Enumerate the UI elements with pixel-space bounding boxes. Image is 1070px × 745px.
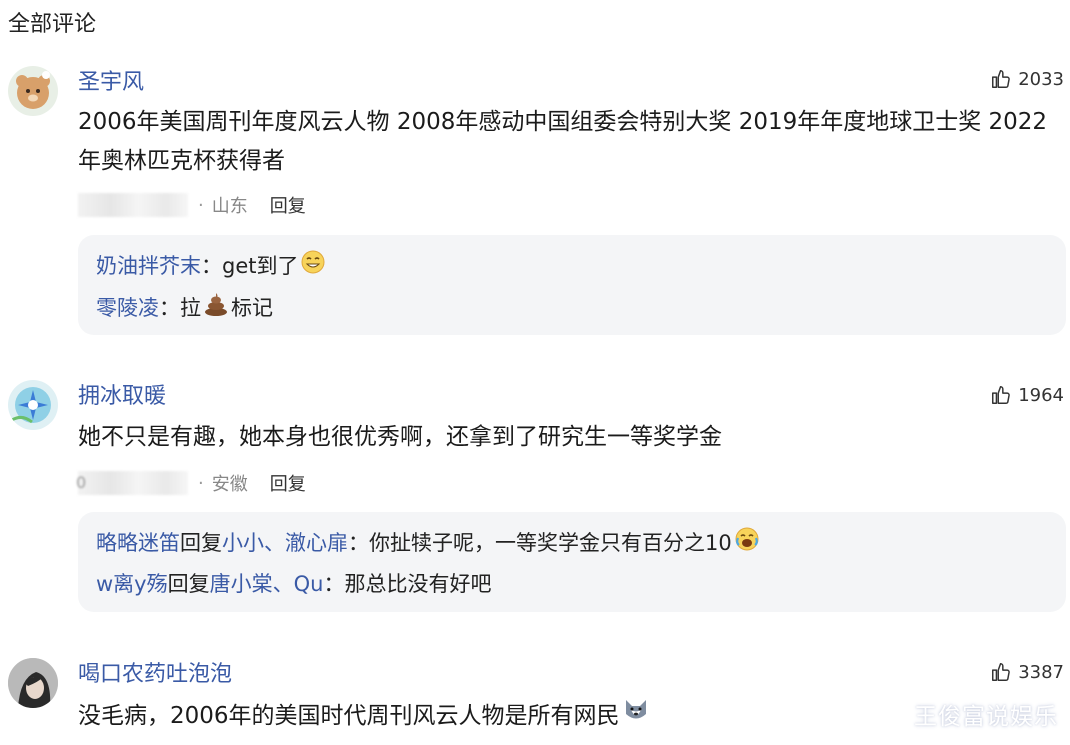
- comment-meta: · 山东 回复: [78, 192, 306, 218]
- reply-item: 零陵凌 ： 拉 标记: [96, 291, 273, 322]
- reply-separator: ：: [201, 253, 222, 278]
- comment-text: 2006年美国周刊年度风云人物 2008年感动中国组委会特别大奖 2019年年度…: [78, 109, 1048, 174]
- comment-text: 没毛病，2006年的美国时代周刊风云人物是所有网民: [78, 696, 1056, 737]
- reply-button[interactable]: 回复: [270, 192, 306, 218]
- husky-emoji-icon: [622, 696, 650, 737]
- reply-target[interactable]: 小小、澈心扉: [222, 527, 348, 557]
- reply-author[interactable]: 略略迷笛: [96, 527, 180, 557]
- avatar[interactable]: [8, 658, 58, 708]
- location: 安徽: [211, 474, 248, 495]
- like-count: 1964: [1018, 384, 1064, 406]
- comment-meta: 0 · 安徽 回复: [76, 470, 306, 496]
- reply-button[interactable]: 回复: [270, 470, 306, 496]
- like-button[interactable]: 1964: [990, 384, 1064, 406]
- separator-dot: ·: [198, 472, 204, 494]
- reply-item: 奶油拌芥末 ： get到了: [96, 249, 326, 280]
- location: 山东: [211, 196, 248, 217]
- username[interactable]: 圣宇风: [78, 64, 144, 96]
- avatar[interactable]: [8, 66, 58, 116]
- reply-item: 略略迷笛 回复 小小、澈心扉 ： 你扯犊子呢，一等奖学金只有百分之10: [96, 526, 760, 557]
- reply-text: 那总比没有好吧: [344, 572, 492, 596]
- reply-item: w离y殇 回复 唐小棠、Qu ： 那总比没有好吧: [96, 568, 491, 598]
- smile-emoji-icon: [300, 249, 326, 280]
- watermark: 王俊富说娱乐: [914, 704, 1058, 730]
- reply-target[interactable]: 唐小棠、Qu: [210, 568, 324, 598]
- blurred-timestamp: [78, 193, 188, 217]
- separator-dot: ·: [198, 194, 204, 216]
- reply-text: 拉: [180, 295, 201, 320]
- reply-text: get到了: [222, 253, 299, 278]
- like-count: 3387: [1018, 661, 1064, 683]
- reply-box: 奶油拌芥末 ： get到了 零陵凌 ： 拉 标记: [78, 235, 1066, 335]
- cry-laugh-emoji-icon: [734, 526, 760, 557]
- reply-verb: 回复: [180, 530, 222, 555]
- username[interactable]: 喝口农药吐泡泡: [78, 656, 232, 688]
- username[interactable]: 拥冰取暖: [78, 378, 166, 410]
- like-button[interactable]: 3387: [990, 661, 1064, 683]
- timestamp-prefix: 0: [76, 473, 87, 492]
- reply-author[interactable]: w离y殇: [96, 568, 168, 598]
- reply-separator: ：: [159, 295, 180, 320]
- reply-separator: ：: [323, 572, 345, 596]
- page-title: 全部评论: [8, 12, 97, 37]
- thumbs-up-icon: [992, 386, 1010, 404]
- thumbs-up-icon: [992, 70, 1010, 88]
- reply-text: 你扯犊子呢，一等奖学金只有百分之10: [369, 530, 732, 555]
- poop-emoji-icon: [203, 291, 229, 322]
- reply-author[interactable]: 奶油拌芥末: [96, 250, 201, 280]
- comment-text: 她不只是有趣，她本身也很优秀啊，还拿到了研究生一等奖学金: [78, 424, 722, 450]
- reply-text: 标记: [231, 295, 273, 320]
- reply-separator: ：: [348, 530, 369, 555]
- thumbs-up-icon: [992, 663, 1010, 681]
- comment-text-content: 没毛病，2006年的美国时代周刊风云人物是所有网民: [78, 703, 620, 729]
- like-count: 2033: [1018, 68, 1064, 90]
- blurred-timestamp: 0: [76, 471, 188, 495]
- reply-box: 略略迷笛 回复 小小、澈心扉 ： 你扯犊子呢，一等奖学金只有百分之10 w离y殇…: [78, 512, 1066, 612]
- reply-verb: 回复: [167, 572, 210, 596]
- reply-author[interactable]: 零陵凌: [96, 292, 159, 322]
- like-button[interactable]: 2033: [990, 68, 1064, 90]
- avatar[interactable]: [8, 380, 58, 430]
